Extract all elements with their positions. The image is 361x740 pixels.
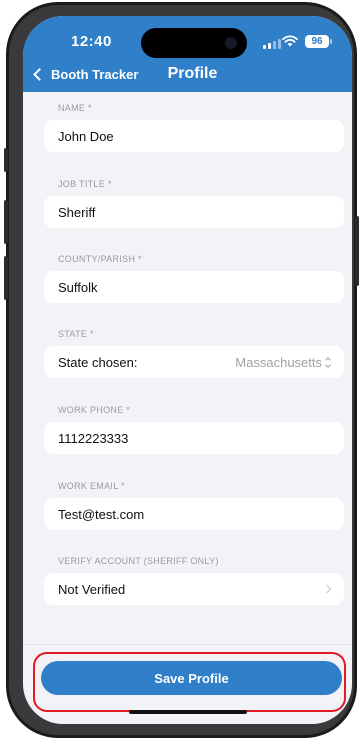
job-title-field[interactable]: Sheriff [44, 196, 344, 228]
state-value: Massachusetts [235, 354, 322, 370]
dynamic-island [141, 28, 247, 58]
job-title-label: JOB TITLE * [58, 179, 112, 189]
verify-account-row[interactable]: Not Verified [44, 573, 344, 605]
camera-icon [225, 37, 237, 49]
work-phone-label: WORK PHONE * [58, 405, 131, 415]
verify-account-label: VERIFY ACCOUNT (SHERIFF ONLY) [58, 556, 219, 566]
verify-status: Not Verified [58, 581, 126, 597]
name-label: NAME * [58, 103, 92, 113]
status-time: 12:40 [71, 33, 112, 50]
work-email-label: WORK EMAIL * [58, 481, 125, 491]
state-label: STATE * [58, 329, 94, 339]
divider [23, 644, 352, 645]
volume-up-button [4, 200, 8, 244]
signal-icon [263, 39, 281, 49]
save-highlight: Save Profile [33, 652, 346, 712]
phone-frame: 12:40 96 Booth Tracker Profile NAME * Jo… [4, 2, 359, 738]
state-prefix: State chosen: [58, 354, 138, 370]
chevron-right-icon [322, 584, 332, 594]
work-email-field[interactable]: Test@test.com [44, 498, 344, 530]
screen: 12:40 96 Booth Tracker Profile NAME * Jo… [23, 16, 352, 724]
wifi-icon [282, 35, 298, 47]
county-label: COUNTY/PARISH * [58, 254, 142, 264]
work-phone-field[interactable]: 1112223333 [44, 422, 344, 454]
county-field[interactable]: Suffolk [44, 271, 344, 303]
battery-icon: 96 [305, 35, 332, 48]
page-title: Profile [167, 65, 218, 82]
save-profile-button[interactable]: Save Profile [41, 661, 342, 695]
chevron-up-down-icon [325, 356, 331, 368]
home-indicator [129, 710, 247, 714]
state-picker[interactable]: State chosen: Massachusetts [44, 346, 344, 378]
power-button [355, 216, 359, 286]
volume-down-button [4, 256, 8, 300]
ringer-switch [4, 148, 8, 172]
name-field[interactable]: John Doe [44, 120, 344, 152]
nav-header: 12:40 96 Booth Tracker Profile [23, 16, 352, 92]
